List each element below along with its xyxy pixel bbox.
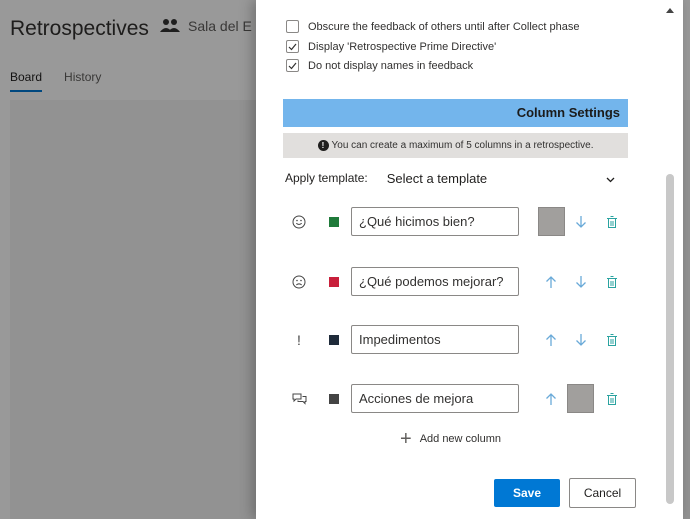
info-text: You can create a maximum of 5 columns in… bbox=[331, 140, 594, 151]
scroll-thumb[interactable] bbox=[666, 174, 674, 504]
option-label: Obscure the feedback of others until aft… bbox=[308, 20, 580, 33]
column-color-swatch[interactable] bbox=[329, 217, 339, 227]
save-button[interactable]: Save bbox=[494, 479, 560, 507]
smile-icon[interactable] bbox=[290, 213, 308, 231]
column-color-swatch[interactable] bbox=[329, 335, 339, 345]
delete-icon[interactable] bbox=[600, 270, 624, 294]
retrospective-settings-dialog: Obscure the feedback of others until aft… bbox=[256, 0, 683, 519]
checkbox-obscure-feedback[interactable] bbox=[286, 20, 299, 33]
move-down-button-disabled bbox=[567, 384, 594, 413]
exclamation-icon[interactable]: ! bbox=[290, 331, 308, 349]
column-name-input[interactable]: Impedimentos bbox=[351, 325, 519, 354]
option-hide-names[interactable]: Do not display names in feedback bbox=[286, 59, 473, 72]
move-down-button[interactable] bbox=[569, 328, 593, 352]
chat-icon[interactable] bbox=[290, 390, 308, 408]
template-value: Select a template bbox=[386, 170, 488, 186]
dialog-scrollbar[interactable] bbox=[665, 2, 675, 514]
scroll-up-icon[interactable] bbox=[666, 8, 674, 13]
column-row: ¿Qué hicimos bien? bbox=[290, 207, 620, 237]
column-settings-header: Column Settings bbox=[283, 99, 628, 127]
move-down-button[interactable] bbox=[569, 210, 593, 234]
add-column-button[interactable]: + Add new column bbox=[400, 428, 502, 450]
info-message-bar: ! You can create a maximum of 5 columns … bbox=[283, 133, 628, 158]
checkbox-prime-directive[interactable] bbox=[286, 40, 299, 53]
move-down-button[interactable] bbox=[569, 270, 593, 294]
option-obscure-feedback[interactable]: Obscure the feedback of others until aft… bbox=[286, 20, 580, 33]
plus-icon: + bbox=[400, 428, 412, 450]
move-up-button[interactable] bbox=[539, 387, 563, 411]
chevron-down-icon bbox=[606, 171, 615, 186]
template-dropdown[interactable]: Select a template bbox=[387, 171, 615, 186]
template-row: Apply template: Select a template bbox=[285, 169, 615, 187]
move-up-button-disabled bbox=[538, 207, 565, 236]
option-prime-directive[interactable]: Display 'Retrospective Prime Directive' bbox=[286, 40, 496, 53]
delete-icon[interactable] bbox=[600, 210, 624, 234]
column-row: ! Impedimentos bbox=[290, 325, 620, 355]
cancel-button[interactable]: Cancel bbox=[569, 478, 636, 508]
template-label: Apply template: bbox=[285, 171, 368, 185]
checkbox-hide-names[interactable] bbox=[286, 59, 299, 72]
column-name-input[interactable]: Acciones de mejora bbox=[351, 384, 519, 413]
column-row: ¿Qué podemos mejorar? bbox=[290, 267, 620, 297]
option-label: Do not display names in feedback bbox=[308, 59, 474, 72]
column-color-swatch[interactable] bbox=[329, 394, 339, 404]
delete-icon[interactable] bbox=[600, 328, 624, 352]
option-label: Display 'Retrospective Prime Directive' bbox=[308, 40, 497, 53]
info-icon: ! bbox=[317, 140, 329, 151]
move-up-button[interactable] bbox=[539, 270, 563, 294]
move-up-button[interactable] bbox=[539, 328, 563, 352]
delete-icon[interactable] bbox=[600, 387, 624, 411]
column-color-swatch[interactable] bbox=[329, 277, 339, 287]
add-column-label: Add new column bbox=[419, 433, 502, 445]
column-row: Acciones de mejora bbox=[290, 384, 620, 414]
column-name-input[interactable]: ¿Qué podemos mejorar? bbox=[351, 267, 519, 296]
column-name-input[interactable]: ¿Qué hicimos bien? bbox=[351, 207, 519, 236]
sad-icon[interactable] bbox=[290, 273, 308, 291]
